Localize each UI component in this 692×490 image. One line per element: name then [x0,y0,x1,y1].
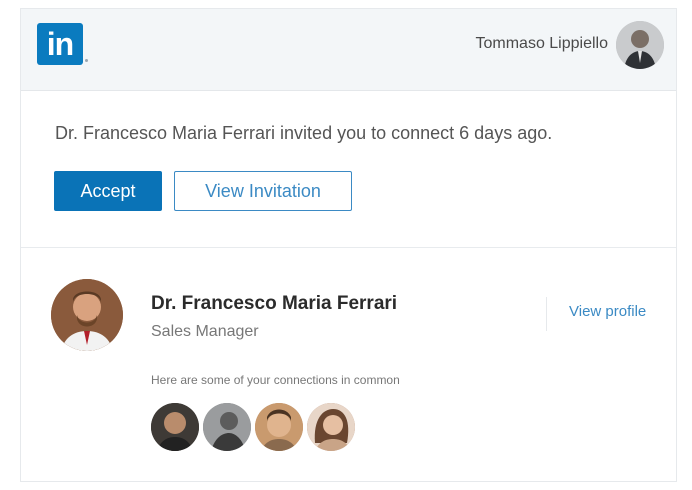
invitation-message: Dr. Francesco Maria Ferrari invited you … [55,123,553,143]
inviter-avatar[interactable] [51,279,123,351]
accept-button[interactable]: Accept [54,171,162,211]
connection-avatar-icon [307,403,355,451]
connection-avatar-icon [203,403,251,451]
inviter-title: Sales Manager [151,323,259,340]
user-avatar[interactable] [616,21,664,69]
connection-avatar[interactable] [255,403,303,451]
connection-avatar[interactable] [151,403,199,451]
connection-avatar[interactable] [307,403,355,451]
section-divider [21,247,676,248]
connection-avatar-icon [255,403,303,451]
inviter-name[interactable]: Dr. Francesco Maria Ferrari [151,293,397,315]
logo-trademark-dot [85,59,88,62]
header-username: Tommaso Lippiello [475,35,608,52]
common-connections-label: Here are some of your connections in com… [151,373,400,387]
vertical-separator [546,297,547,331]
inviter-avatar-icon [51,279,123,351]
connection-avatar-icon [151,403,199,451]
connection-avatar[interactable] [203,403,251,451]
user-avatar-icon [616,21,664,69]
common-connections-list [151,403,355,451]
linkedin-logo-icon[interactable]: in [37,23,83,65]
email-header: in Tommaso Lippiello [21,9,676,91]
email-card: in Tommaso Lippiello Dr. Francesco Maria… [20,8,677,482]
view-profile-link[interactable]: View profile [569,303,646,320]
view-invitation-button[interactable]: View Invitation [174,171,352,211]
